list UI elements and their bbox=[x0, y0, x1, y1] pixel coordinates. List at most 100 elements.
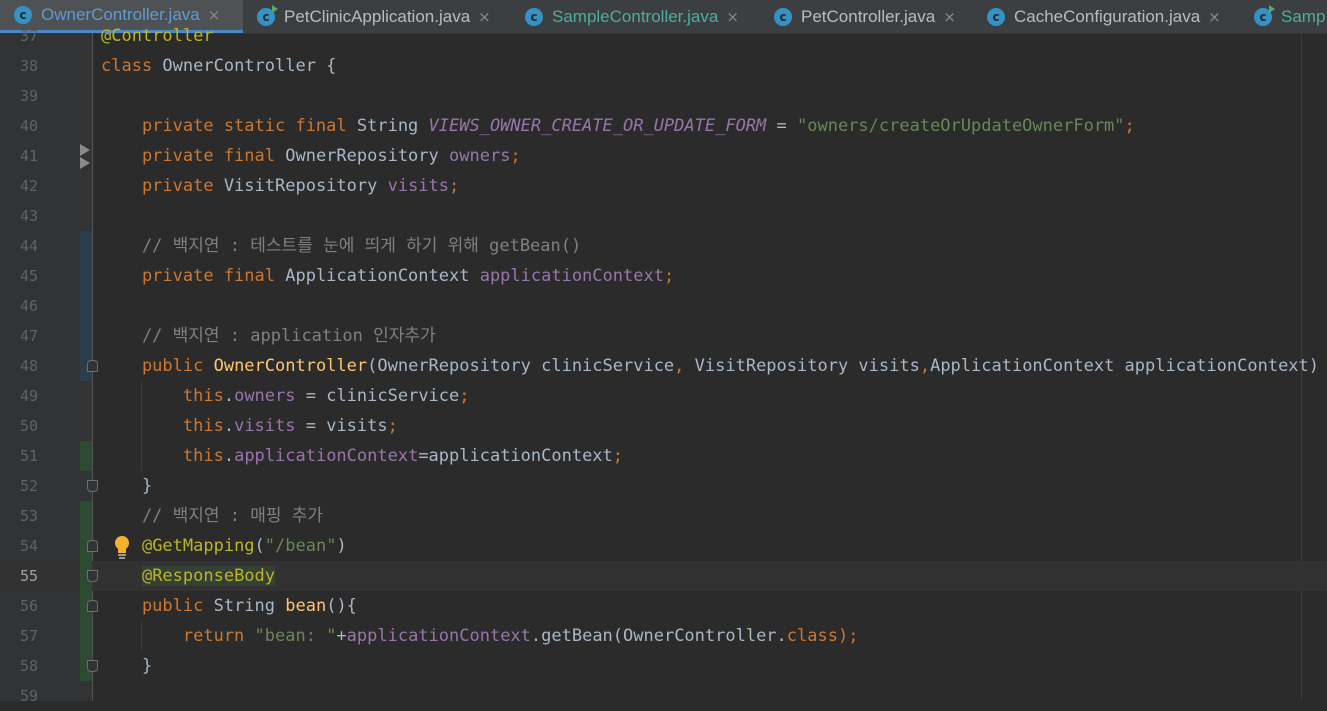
code-text[interactable]: // 백지연 : 테스트를 눈에 띄게 하기 위해 getBean() bbox=[101, 231, 581, 261]
line-number[interactable]: 40 bbox=[0, 111, 38, 141]
code-token: ; bbox=[510, 146, 521, 166]
line-number[interactable]: 51 bbox=[0, 441, 38, 471]
line-number[interactable]: 44 bbox=[0, 231, 38, 261]
line-number[interactable]: 48 bbox=[0, 351, 38, 381]
code-token: (){ bbox=[326, 596, 357, 616]
fold-start-icon[interactable] bbox=[87, 540, 98, 552]
code-text[interactable]: private VisitRepository visits; bbox=[101, 171, 459, 201]
code-token: return bbox=[101, 626, 255, 646]
code-token: "owners/createOrUpdateOwnerForm" bbox=[797, 116, 1125, 136]
line-number[interactable]: 59 bbox=[0, 681, 38, 711]
code-token: @GetMapping bbox=[141, 536, 255, 556]
code-token: VisitRepository visits bbox=[694, 356, 920, 376]
code-token: } bbox=[101, 656, 153, 676]
code-line: 58 } bbox=[0, 651, 1327, 681]
line-number[interactable]: 55 bbox=[0, 561, 38, 591]
code-text[interactable]: private final OwnerRepository owners; bbox=[101, 141, 521, 171]
line-number[interactable]: 58 bbox=[0, 651, 38, 681]
code-text[interactable]: private static final String VIEWS_OWNER_… bbox=[101, 111, 1135, 141]
line-number[interactable]: 46 bbox=[0, 291, 38, 321]
code-line: 44 // 백지연 : 테스트를 눈에 띄게 하기 위해 getBean() bbox=[0, 231, 1327, 261]
line-number[interactable]: 50 bbox=[0, 411, 38, 441]
code-text[interactable]: @GetMapping("/bean") bbox=[101, 531, 347, 561]
code-text[interactable]: } bbox=[101, 651, 152, 681]
code-token: private bbox=[101, 176, 224, 196]
fold-end-icon[interactable] bbox=[87, 570, 98, 582]
code-token: ; bbox=[663, 266, 675, 286]
vcs-added-marker bbox=[80, 441, 92, 471]
code-token: OwnerController bbox=[213, 356, 368, 376]
line-number[interactable]: 38 bbox=[0, 51, 38, 81]
line-number[interactable]: 54 bbox=[0, 531, 38, 561]
line-number[interactable]: 45 bbox=[0, 261, 38, 291]
vcs-added-marker bbox=[80, 501, 92, 681]
code-token: VIEWS_OWNER_CREATE_OR_UPDATE_FORM bbox=[428, 116, 767, 136]
code-text[interactable]: } bbox=[101, 471, 152, 501]
code-text[interactable]: @ResponseBody bbox=[101, 561, 276, 591]
line-number[interactable]: 37 bbox=[0, 21, 38, 51]
line-number[interactable]: 42 bbox=[0, 171, 38, 201]
code-text[interactable]: public String bean(){ bbox=[101, 591, 357, 621]
code-token: private static final bbox=[101, 116, 357, 136]
code-token: "bean: " bbox=[254, 626, 337, 646]
code-token: "/bean" bbox=[264, 536, 337, 556]
fold-start-icon[interactable] bbox=[87, 360, 98, 372]
code-token: ; bbox=[387, 416, 398, 436]
code-text[interactable]: this.owners = clinicService; bbox=[101, 381, 470, 411]
code-line: 45 private final ApplicationContext appl… bbox=[0, 261, 1327, 291]
code-token: private final bbox=[101, 266, 286, 286]
code-token: public bbox=[101, 596, 214, 616]
code-text[interactable]: this.applicationContext=applicationConte… bbox=[101, 441, 623, 471]
code-line: 54 @GetMapping("/bean") bbox=[0, 531, 1327, 561]
code-line: 52 } bbox=[0, 471, 1327, 501]
code-line: 59 bbox=[0, 681, 1327, 711]
line-number[interactable]: 47 bbox=[0, 321, 38, 351]
line-number[interactable]: 52 bbox=[0, 471, 38, 501]
code-line: 37 @Controller bbox=[0, 21, 1327, 51]
code-line: 48 public OwnerController(OwnerRepositor… bbox=[0, 351, 1327, 381]
line-number[interactable]: 43 bbox=[0, 201, 38, 231]
code-text[interactable]: private final ApplicationContext applica… bbox=[101, 261, 674, 291]
code-token: OwnerRepository bbox=[285, 146, 449, 166]
code-token: // 백지연 : application 인자추가 bbox=[101, 326, 436, 346]
code-token: = visits bbox=[295, 416, 388, 436]
line-number[interactable]: 53 bbox=[0, 501, 38, 531]
code-token: + bbox=[336, 626, 347, 646]
code-token: class bbox=[101, 56, 163, 76]
code-token: =applicationContext bbox=[418, 446, 613, 466]
code-text[interactable]: this.visits = visits; bbox=[101, 411, 398, 441]
fold-start-icon[interactable] bbox=[87, 600, 98, 612]
code-token: ApplicationContext applicationContext) { bbox=[930, 356, 1327, 376]
code-line: 56 public String bean(){ bbox=[0, 591, 1327, 621]
line-number[interactable]: 56 bbox=[0, 591, 38, 621]
code-line: 39 bbox=[0, 81, 1327, 111]
code-text[interactable]: public OwnerController(OwnerRepository c… bbox=[101, 351, 1327, 381]
code-token: ; bbox=[449, 176, 460, 196]
code-token: ; bbox=[612, 446, 624, 466]
code-line: 50 this.visits = visits; bbox=[0, 411, 1327, 441]
code-token: , bbox=[674, 356, 695, 376]
code-token: this bbox=[101, 416, 224, 436]
code-token: . bbox=[223, 386, 235, 406]
lightbulb-icon[interactable] bbox=[113, 535, 131, 559]
code-token: = clinicService bbox=[295, 386, 460, 406]
fold-end-icon[interactable] bbox=[87, 660, 98, 672]
code-text[interactable]: // 백지연 : application 인자추가 bbox=[101, 321, 436, 351]
code-token: . bbox=[223, 416, 235, 436]
fold-end-icon[interactable] bbox=[87, 480, 98, 492]
line-number[interactable]: 49 bbox=[0, 381, 38, 411]
line-number[interactable]: 39 bbox=[0, 81, 38, 111]
code-text[interactable]: @Controller bbox=[101, 21, 214, 51]
code-text[interactable]: class OwnerController { bbox=[101, 51, 336, 81]
code-line: 46 bbox=[0, 291, 1327, 321]
code-token: @Controller bbox=[101, 26, 214, 46]
line-number[interactable]: 57 bbox=[0, 621, 38, 651]
code-token: bean bbox=[285, 596, 327, 616]
code-line: 49 this.owners = clinicService; bbox=[0, 381, 1327, 411]
line-number[interactable]: 41 bbox=[0, 141, 38, 171]
code-text[interactable]: // 백지연 : 매핑 추가 bbox=[101, 501, 323, 531]
code-line: 55 @ResponseBody bbox=[0, 561, 1327, 591]
code-token: // 백지연 : 테스트를 눈에 띄게 하기 위해 getBean() bbox=[101, 236, 582, 256]
code-token: = bbox=[766, 116, 798, 136]
code-text[interactable]: return "bean: "+applicationContext.getBe… bbox=[101, 621, 859, 651]
